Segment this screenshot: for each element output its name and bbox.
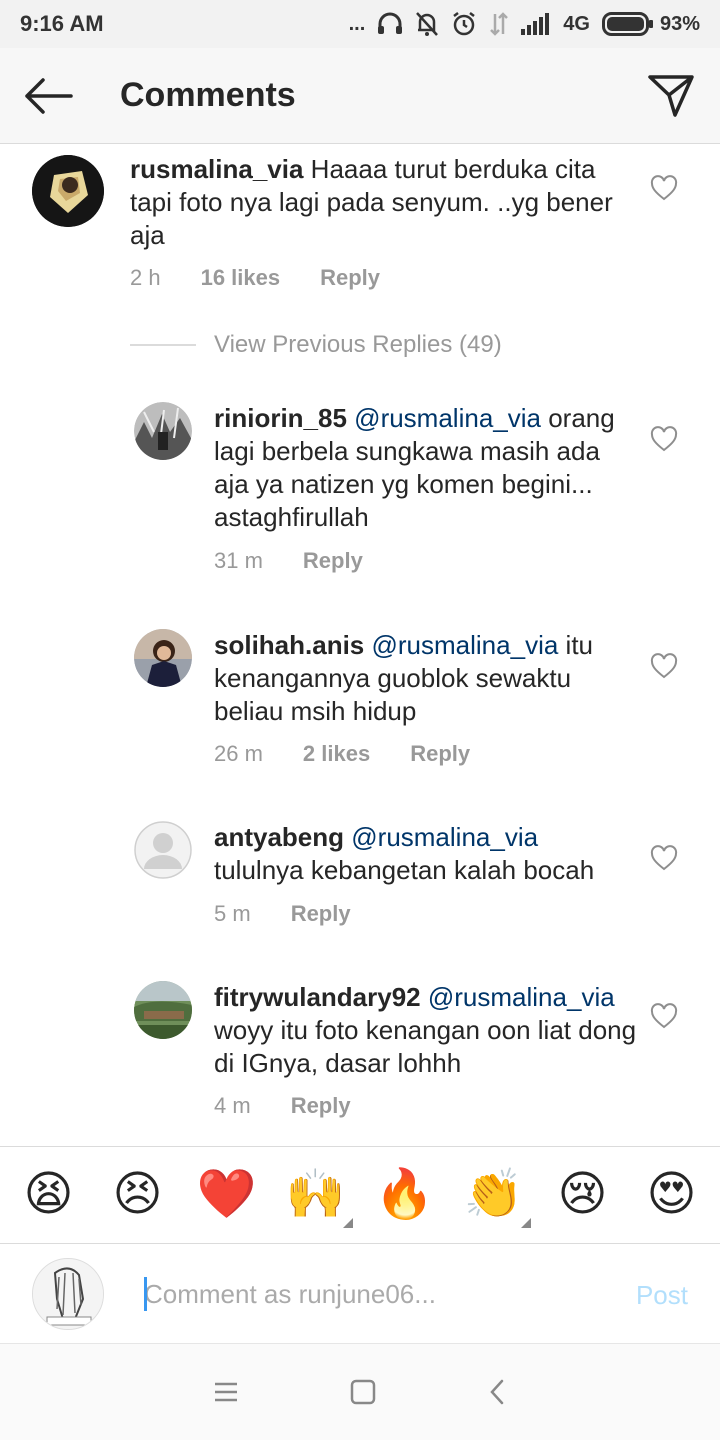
emoji-fire[interactable]: 🔥 — [374, 1164, 436, 1226]
skin-tone-indicator — [342, 1218, 353, 1228]
comment-input[interactable] — [144, 1274, 584, 1314]
reply-body: tululnya kebangetan kalah bocah — [214, 855, 595, 885]
like-heart-icon[interactable] — [650, 175, 678, 201]
avatar — [32, 1258, 104, 1330]
reply-meta: 31 m Reply — [214, 548, 403, 574]
reply-text: fitrywulandary92 @rusmalina_via woyy itu… — [214, 981, 644, 1080]
emoji-raising-hands[interactable]: 🙌 — [285, 1164, 353, 1228]
reply-button[interactable]: Reply — [320, 265, 380, 291]
paper-plane-icon — [648, 75, 694, 117]
reply-text: riniorin_85 @rusmalina_via orang lagi be… — [214, 402, 634, 534]
reply-meta: 4 m Reply — [214, 1093, 391, 1119]
notifications-off-icon — [416, 12, 439, 36]
reply-time: 26 m — [214, 741, 263, 766]
arrow-left-icon — [25, 78, 73, 114]
reply-meta: 5 m Reply — [214, 901, 391, 927]
status-bar: 9:16 AM ... 4G 93% — [0, 0, 720, 48]
emoji-quick-bar: 😫 😣 ❤️ 🙌 🔥 👏 😢 😍 — [0, 1146, 720, 1244]
status-icons: ... 4G 93% — [349, 11, 700, 37]
status-time: 9:16 AM — [20, 11, 104, 36]
view-previous-label: View Previous Replies (49) — [214, 331, 502, 358]
reply-meta: 26 m 2 likes Reply — [214, 741, 510, 767]
alarm-icon — [453, 12, 476, 36]
system-nav-bar — [0, 1344, 720, 1440]
view-previous-replies[interactable]: View Previous Replies (49) — [130, 331, 502, 359]
emoji-glyph: 🙌 — [285, 1168, 346, 1221]
menu-icon[interactable] — [213, 1381, 239, 1403]
back-button[interactable] — [22, 74, 74, 118]
emoji-clapping-hands[interactable]: 👏 — [463, 1164, 531, 1228]
header: Comments — [0, 48, 720, 144]
like-heart-icon[interactable] — [650, 653, 678, 679]
avatar[interactable] — [134, 821, 192, 879]
more-dots-icon: ... — [348, 12, 366, 35]
reply-text: antyabeng @rusmalina_via tululnya kebang… — [214, 821, 634, 887]
avatar[interactable] — [32, 155, 104, 227]
comment-composer: Post — [0, 1244, 720, 1344]
data-transfer-icon — [490, 12, 509, 36]
reply-button[interactable]: Reply — [291, 1093, 351, 1119]
headphones-icon — [378, 12, 403, 34]
home-icon[interactable] — [349, 1378, 377, 1406]
reply-button[interactable]: Reply — [291, 901, 351, 927]
reply-button[interactable]: Reply — [410, 741, 470, 767]
like-heart-icon[interactable] — [650, 845, 678, 871]
comment-text: rusmalina_via Haaaa turut berduka cita t… — [130, 153, 630, 252]
divider — [130, 344, 196, 346]
avatar[interactable] — [134, 402, 192, 460]
reply-mention[interactable]: @rusmalina_via — [351, 822, 538, 852]
emoji-tired-face[interactable]: 😫 — [18, 1164, 80, 1226]
reply-username[interactable]: solihah.anis — [214, 630, 364, 660]
battery: 93% — [601, 12, 700, 36]
reply-time: 5 m — [214, 901, 251, 926]
emoji-heart-eyes[interactable]: 😍 — [641, 1164, 703, 1226]
reply-text: solihah.anis @rusmalina_via itu kenangan… — [214, 629, 634, 728]
battery-percent: 93% — [659, 12, 700, 35]
comment-meta: 2 h 16 likes Reply — [130, 265, 420, 291]
skin-tone-indicator — [520, 1218, 531, 1228]
like-heart-icon[interactable] — [650, 426, 678, 452]
back-nav-icon[interactable] — [487, 1378, 507, 1406]
comment-list[interactable]: rusmalina_via Haaaa turut berduka cita t… — [0, 145, 720, 1145]
comment-likes[interactable]: 16 likes — [201, 265, 281, 291]
comment-time: 2 h — [130, 265, 161, 290]
post-button[interactable]: Post — [636, 1280, 688, 1311]
emoji-crying-face[interactable]: 😢 — [552, 1164, 614, 1226]
network-type: 4G — [563, 12, 590, 35]
text-caret — [144, 1277, 147, 1311]
avatar[interactable] — [134, 981, 192, 1039]
emoji-persevering-face[interactable]: 😣 — [107, 1164, 169, 1226]
reply-mention[interactable]: @rusmalina_via — [354, 403, 541, 433]
avatar[interactable] — [134, 629, 192, 687]
reply-time: 4 m — [214, 1093, 251, 1118]
battery-icon — [601, 12, 653, 36]
reply-time: 31 m — [214, 548, 263, 573]
comment-username[interactable]: rusmalina_via — [130, 154, 303, 184]
reply-likes[interactable]: 2 likes — [303, 741, 370, 767]
signal-icon — [521, 13, 550, 35]
share-button[interactable] — [646, 72, 696, 120]
reply-username[interactable]: antyabeng — [214, 822, 344, 852]
reply-button[interactable]: Reply — [303, 548, 363, 574]
emoji-glyph: 👏 — [463, 1168, 524, 1221]
reply-username[interactable]: riniorin_85 — [214, 403, 347, 433]
reply-mention[interactable]: @rusmalina_via — [428, 982, 615, 1012]
reply-mention[interactable]: @rusmalina_via — [372, 630, 559, 660]
like-heart-icon[interactable] — [650, 1003, 678, 1029]
reply-username[interactable]: fitrywulandary92 — [214, 982, 421, 1012]
emoji-heart[interactable]: ❤️ — [196, 1164, 258, 1226]
page-title: Comments — [120, 76, 296, 114]
reply-body: woyy itu foto kenangan oon liat dong di … — [214, 1015, 637, 1078]
